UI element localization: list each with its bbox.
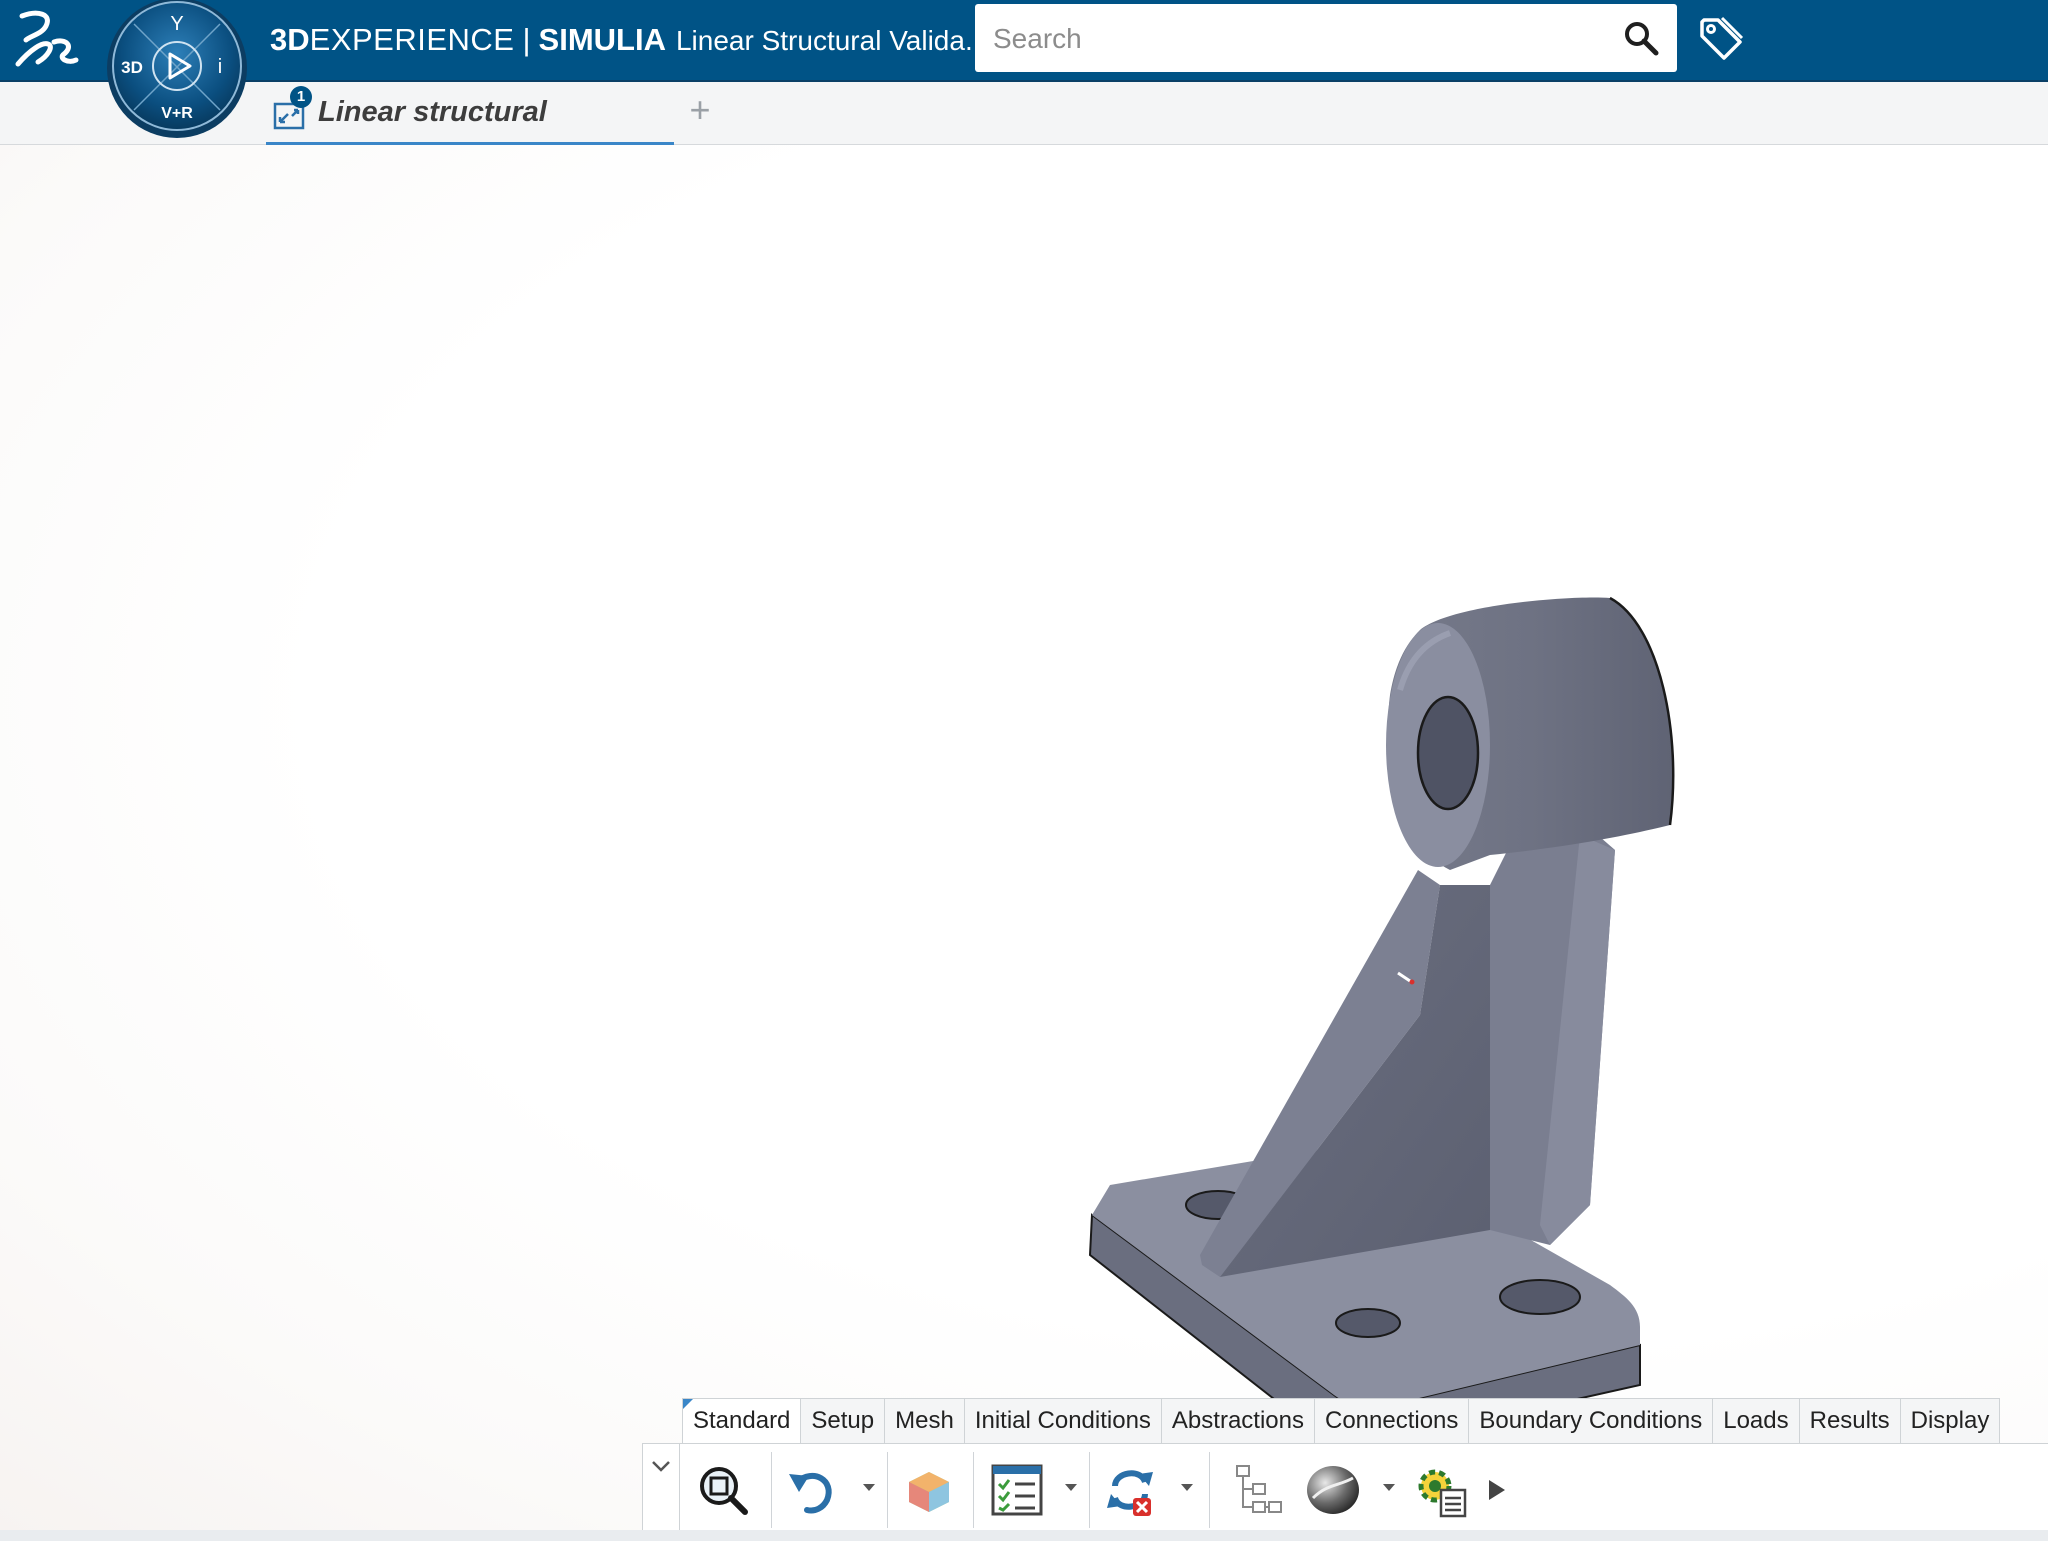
collapse-action-bar-button[interactable] <box>643 1444 680 1532</box>
compass-info-label: i <box>218 56 222 78</box>
add-tab-button[interactable]: + <box>684 88 716 132</box>
compass-icon[interactable]: Y 3D i V+R <box>104 0 250 140</box>
checklist-icon[interactable] <box>987 1460 1047 1520</box>
tab-loads[interactable]: Loads <box>1713 1399 1800 1443</box>
compass-3d-label: 3D <box>121 58 143 77</box>
compass-social-label: Y <box>170 13 183 35</box>
part-color-icon[interactable] <box>899 1460 959 1520</box>
brand-3d: 3D <box>270 22 310 57</box>
search-icon[interactable] <box>1623 20 1659 56</box>
tab-linear-structural[interactable]: 1 Linear structural <box>266 82 674 146</box>
app-name: SIMULIA <box>538 22 666 57</box>
status-strip <box>0 1530 2048 1541</box>
tab-results[interactable]: Results <box>1800 1399 1901 1443</box>
render-style-icon[interactable] <box>1303 1460 1363 1520</box>
action-bar-tabs: Standard Setup Mesh Initial Conditions A… <box>682 1398 2001 1443</box>
toolbar-separator <box>1209 1452 1210 1528</box>
compass-vr-label: V+R <box>161 105 193 122</box>
brand-experience: EXPERIENCE <box>309 22 515 57</box>
chevron-down-icon <box>652 1461 670 1472</box>
update-dropdown-icon[interactable] <box>1179 1482 1195 1494</box>
render-style-dropdown-icon[interactable] <box>1381 1482 1397 1494</box>
settings-list-icon[interactable] <box>1411 1460 1471 1520</box>
tab-badge: 1 <box>290 86 312 108</box>
undo-icon[interactable] <box>783 1460 843 1520</box>
undo-dropdown-icon[interactable] <box>861 1482 877 1494</box>
update-error-icon[interactable] <box>1101 1460 1161 1520</box>
zoom-fit-icon[interactable] <box>693 1460 753 1520</box>
more-arrow-icon[interactable] <box>1481 1460 1511 1520</box>
search-box <box>975 4 1677 74</box>
toolbar-separator <box>887 1452 888 1528</box>
search-input[interactable] <box>975 4 1615 74</box>
bracket-part-model[interactable] <box>1070 585 1710 1455</box>
3d-viewport[interactable] <box>0 145 2048 1530</box>
checklist-dropdown-icon[interactable] <box>1063 1482 1079 1494</box>
tab-setup[interactable]: Setup <box>801 1399 886 1443</box>
dassault-logo-icon[interactable] <box>8 6 80 74</box>
document-tab-bar: 1 Linear structural + <box>0 82 2048 146</box>
tab-mesh[interactable]: Mesh <box>885 1399 965 1443</box>
tab-initial-conditions[interactable]: Initial Conditions <box>965 1399 1162 1443</box>
action-bar-tools <box>642 1443 2048 1532</box>
tab-standard[interactable]: Standard <box>682 1399 802 1443</box>
toolbar-separator <box>1089 1452 1090 1528</box>
app-title: 3DEXPERIENCE | SIMULIA Linear Structural Va… <box>270 18 988 62</box>
top-bar: 3DEXPERIENCE | SIMULIA Linear Structural Va… <box>0 0 2048 82</box>
document-title: Linear Structural Valida... <box>675 25 989 56</box>
tab-abstractions[interactable]: Abstractions <box>1162 1399 1315 1443</box>
toolbar-separator <box>771 1452 772 1528</box>
tab-label: Linear structural <box>318 96 547 128</box>
tag-icon[interactable] <box>1696 14 1746 64</box>
tab-display[interactable]: Display <box>1901 1399 2001 1443</box>
title-separator: | <box>522 22 531 57</box>
tree-icon[interactable] <box>1227 1460 1287 1520</box>
tab-boundary-conditions[interactable]: Boundary Conditions <box>1469 1399 1714 1443</box>
tab-connections[interactable]: Connections <box>1315 1399 1470 1443</box>
toolbar-separator <box>973 1452 974 1528</box>
